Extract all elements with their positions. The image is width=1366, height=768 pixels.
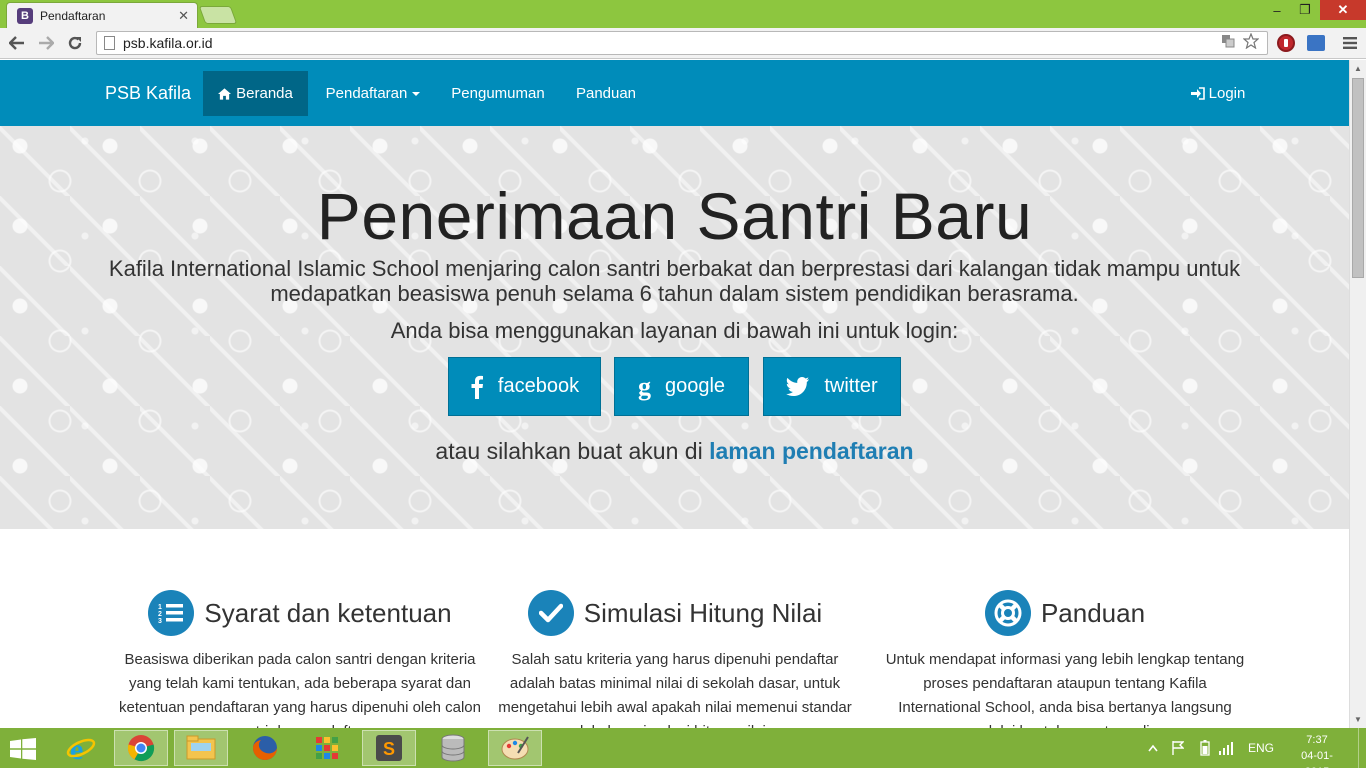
network-signal-icon[interactable] — [1218, 728, 1234, 768]
nav-item-label: Pendaftaran — [325, 85, 408, 102]
google-login-button[interactable]: g google — [614, 357, 749, 416]
feature-text: Salah satu kriteria yang harus dipenuhi … — [498, 651, 852, 730]
clock-time: 7:37 — [1306, 734, 1328, 746]
facebook-button-label: facebook — [497, 375, 580, 397]
chrome-menu-icon[interactable] — [1340, 33, 1360, 53]
svg-text:S: S — [383, 739, 395, 759]
register-prefix: atau silahkan buat akun di — [435, 438, 703, 464]
check-circle-icon — [527, 590, 574, 636]
forward-arrow-icon[interactable] — [35, 32, 57, 54]
adblock-extension-icon[interactable] — [1276, 33, 1296, 53]
windows-start-icon[interactable] — [10, 738, 36, 760]
clock-date: 04-01-2015 — [1301, 750, 1333, 768]
numbered-list-icon: 1 2 3 — [148, 590, 195, 636]
translate-icon[interactable] — [1221, 34, 1235, 52]
page-scrollbar[interactable]: ▲ ▼ — [1349, 60, 1366, 728]
nav-item-beranda[interactable]: Beranda — [203, 71, 308, 116]
extension-icon[interactable] — [1306, 33, 1326, 53]
caret-down-icon — [412, 91, 421, 96]
database-icon[interactable] — [426, 730, 480, 766]
twitter-button-label: twitter — [824, 375, 878, 397]
hero-section: Penerimaan Santri Baru Kafila Internatio… — [0, 126, 1349, 529]
reload-icon[interactable] — [64, 32, 86, 54]
facebook-icon — [470, 375, 484, 399]
home-icon — [218, 87, 232, 100]
feature-simulasi: Simulasi Hitung Nilai Salah satu kriteri… — [490, 590, 860, 730]
bookmark-star-icon[interactable] — [1242, 32, 1260, 53]
firefox-icon[interactable] — [238, 730, 292, 766]
action-center-flag-icon[interactable] — [1172, 728, 1184, 768]
address-bar[interactable]: psb.kafila.or.id — [96, 31, 1268, 55]
site-navbar: PSB Kafila Beranda Pendaftaran Pengumuma… — [0, 60, 1349, 126]
feature-text: Untuk mendapat informasi yang lebih leng… — [885, 651, 1245, 730]
file-explorer-icon[interactable] — [174, 730, 228, 766]
svg-text:1: 1 — [158, 604, 162, 611]
register-link[interactable]: laman pendaftaran — [709, 438, 914, 464]
twitter-icon — [786, 376, 810, 397]
scroll-up-arrow-icon[interactable]: ▲ — [1350, 60, 1366, 77]
bootstrap-favicon-icon: B — [17, 7, 33, 24]
svg-text:3: 3 — [158, 618, 162, 624]
nav-item-pengumuman[interactable]: Pengumuman — [450, 71, 546, 116]
nav-item-panduan[interactable]: Panduan — [575, 71, 637, 116]
internet-explorer-icon[interactable]: e — [54, 730, 108, 766]
tray-expand-icon[interactable] — [1148, 728, 1158, 768]
login-prompt: Anda bisa menggunakan layanan di bawah i… — [390, 318, 959, 343]
window-minimize-button[interactable]: ‒ — [1264, 0, 1290, 20]
feature-syarat: 1 2 3 Syarat dan ketentuan Beasiswa dibe… — [115, 590, 485, 730]
twitter-login-button[interactable]: twitter — [763, 357, 901, 416]
feature-title: Panduan — [1040, 597, 1146, 628]
browser-toolbar: psb.kafila.or.id — [0, 28, 1366, 59]
nav-item-label: Pengumuman — [451, 85, 545, 102]
feature-panduan: Panduan Untuk mendapat informasi yang le… — [880, 590, 1250, 730]
nav-item-pendaftaran[interactable]: Pendaftaran — [323, 71, 423, 116]
chrome-taskbar-icon[interactable] — [114, 730, 168, 766]
sublime-text-icon[interactable]: S — [362, 730, 416, 766]
url-text[interactable]: psb.kafila.or.id — [123, 35, 1221, 51]
svg-text:2: 2 — [158, 611, 162, 618]
show-desktop-button[interactable] — [1358, 728, 1366, 768]
windows-taskbar: e S ENG 7:37 04-01-2015 — [0, 728, 1366, 768]
feature-title: Simulasi Hitung Nilai — [583, 597, 823, 628]
lifebuoy-icon — [984, 590, 1031, 636]
sign-in-icon — [1190, 87, 1205, 100]
browser-titlebar: B Pendaftaran ✕ ‒ ❐ ✕ — [0, 0, 1366, 28]
hero-subtitle: Kafila International Islamic School menj… — [108, 256, 1241, 306]
feature-title: Syarat dan ketentuan — [204, 597, 452, 628]
apps-grid-icon[interactable] — [300, 730, 354, 766]
tab-title: Pendaftaran — [40, 8, 106, 23]
nav-item-label: Beranda — [236, 85, 293, 102]
back-arrow-icon[interactable] — [6, 32, 28, 54]
language-indicator[interactable]: ENG — [1248, 728, 1274, 768]
login-link[interactable]: Login — [1190, 71, 1246, 116]
hero-title: Penerimaan Santri Baru — [316, 179, 1033, 253]
battery-icon[interactable] — [1200, 728, 1210, 768]
register-line: atau silahkan buat akun di laman pendaft… — [0, 438, 1349, 465]
paint-icon[interactable] — [488, 730, 542, 766]
site-brand[interactable]: PSB Kafila — [105, 60, 191, 126]
feature-text: Beasiswa diberikan pada calon santri den… — [119, 651, 481, 730]
page-icon — [104, 36, 115, 50]
window-close-button[interactable]: ✕ — [1320, 0, 1366, 20]
login-label: Login — [1208, 85, 1246, 102]
browser-tab[interactable]: B Pendaftaran ✕ — [6, 2, 198, 28]
facebook-login-button[interactable]: facebook — [448, 357, 601, 416]
new-tab-button[interactable] — [198, 6, 238, 24]
nav-item-label: Panduan — [575, 85, 637, 102]
tab-close-icon[interactable]: ✕ — [178, 8, 189, 24]
taskbar-clock[interactable]: 7:37 04-01-2015 — [1290, 732, 1344, 768]
scroll-thumb[interactable] — [1352, 78, 1364, 278]
google-icon: g — [637, 371, 651, 401]
scroll-down-arrow-icon[interactable]: ▼ — [1350, 711, 1366, 728]
google-button-label: google — [664, 375, 726, 397]
window-maximize-button[interactable]: ❐ — [1292, 0, 1318, 20]
